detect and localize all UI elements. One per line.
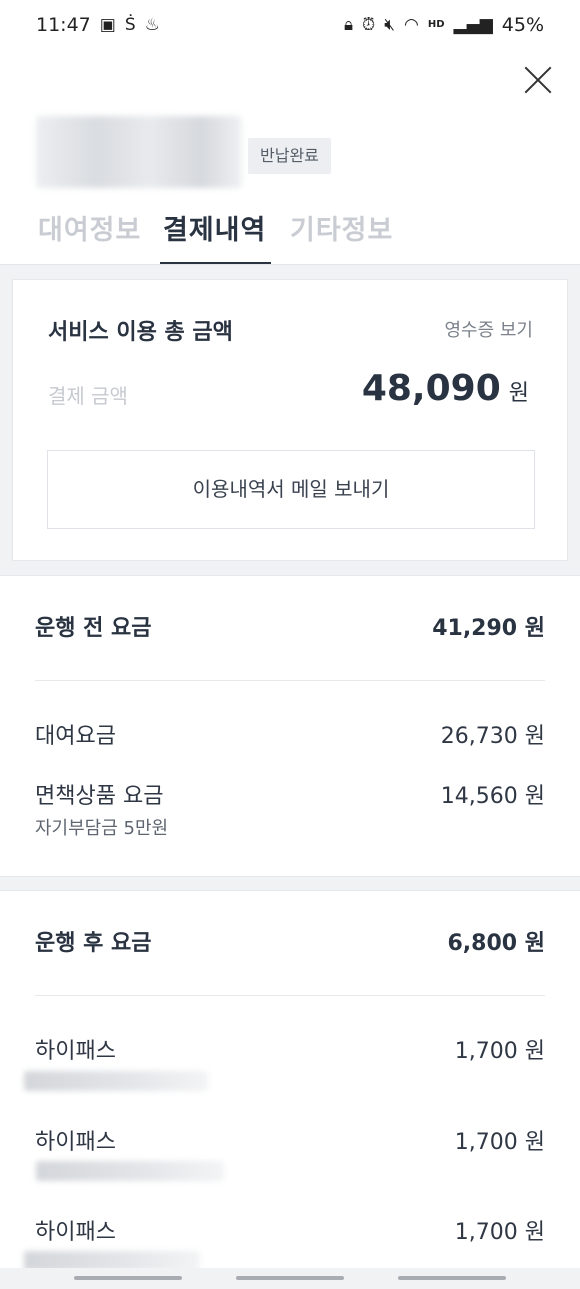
charge-label: 하이패스 xyxy=(35,1220,116,1245)
charge-value: 1,700 원 xyxy=(454,1039,545,1064)
charge-label: 면책상품 요금 xyxy=(35,784,164,809)
payment-amount-value: 48,090 xyxy=(361,368,501,409)
signal-icon: ▂▄▆ xyxy=(453,14,493,35)
payment-summary-card: 서비스 이용 총 금액 영수증 보기 결제 금액 48,090 원 이용내역서 … xyxy=(12,279,568,561)
notification-icon: ♨ xyxy=(144,14,160,35)
charge-row: 하이패스 1,700 원 xyxy=(35,1214,545,1246)
battery-level: 45% xyxy=(501,14,544,36)
pre-drive-total: 41,290 원 xyxy=(432,616,545,641)
tab-other-info[interactable]: 기타정보 xyxy=(290,208,393,247)
status-left: 11:47 ▣ Ṡ ♨ xyxy=(36,14,160,36)
pre-drive-title: 운행 전 요금 xyxy=(35,616,152,641)
redacted-detail xyxy=(36,1161,224,1181)
nav-back-button[interactable] xyxy=(398,1276,506,1280)
hd-voice-icon: HD xyxy=(427,19,445,30)
close-icon[interactable] xyxy=(522,64,554,96)
charge-value: 1,700 원 xyxy=(454,1220,545,1245)
charge-row: 하이패스 1,700 원 xyxy=(35,1033,545,1065)
alarm-icon: ⏰︎ xyxy=(362,14,376,35)
nav-home-button[interactable] xyxy=(236,1276,344,1280)
charge-row: 대여요금 26,730 원 xyxy=(35,718,545,750)
charge-label: 하이패스 xyxy=(35,1039,116,1064)
status-bar: 11:47 ▣ Ṡ ♨ 🔒︎ ⏰︎ 🔇︎ ◠ HD ▂▄▆ 45% xyxy=(0,0,580,50)
divider xyxy=(35,995,545,996)
payment-amount: 48,090 원 xyxy=(362,368,529,409)
charge-value: 26,730 원 xyxy=(440,724,545,749)
tab-bar: 대여정보 결제내역 기타정보 xyxy=(0,200,580,265)
tab-payment-history[interactable]: 결제내역 xyxy=(163,208,266,247)
post-drive-total: 6,800 원 xyxy=(447,931,546,956)
system-navigation-bar xyxy=(0,1268,580,1289)
wifi-icon: ◠ xyxy=(404,14,419,35)
post-drive-header: 운행 후 요금 6,800 원 xyxy=(35,925,545,957)
pre-drive-header: 운행 전 요금 41,290 원 xyxy=(35,610,545,642)
mute-icon: 🔇︎ xyxy=(384,14,396,35)
post-drive-title: 운행 후 요금 xyxy=(35,931,152,956)
vehicle-name-redacted xyxy=(36,116,242,188)
payment-amount-unit: 원 xyxy=(508,381,529,406)
charge-row: 면책상품 요금 14,560 원 xyxy=(35,778,545,810)
charge-label: 하이패스 xyxy=(35,1130,116,1155)
redacted-detail xyxy=(24,1071,208,1091)
charge-label: 대여요금 xyxy=(35,724,116,749)
send-statement-email-button[interactable]: 이용내역서 메일 보내기 xyxy=(47,450,535,529)
tab-rental-info[interactable]: 대여정보 xyxy=(38,208,141,247)
status-badge: 반납완료 xyxy=(248,138,331,174)
deductible-note: 자기부담금 5만원 xyxy=(35,818,169,839)
s-app-icon: Ṡ xyxy=(124,14,136,35)
pre-drive-charges-section: 운행 전 요금 41,290 원 대여요금 26,730 원 면책상품 요금 1… xyxy=(0,575,580,877)
charge-value: 1,700 원 xyxy=(454,1130,545,1155)
header: 반납완료 대여정보 결제내역 기타정보 xyxy=(0,50,580,265)
payment-amount-label: 결제 금액 xyxy=(48,384,128,408)
charge-row: 하이패스 1,700 원 xyxy=(35,1124,545,1156)
divider xyxy=(35,680,545,681)
status-right: 🔒︎ ⏰︎ 🔇︎ ◠ HD ▂▄▆ 45% xyxy=(344,14,544,36)
clock: 11:47 xyxy=(36,14,91,36)
lock-icon: 🔒︎ xyxy=(343,14,354,35)
active-tab-indicator xyxy=(160,262,271,264)
summary-title: 서비스 이용 총 금액 xyxy=(48,320,233,345)
view-receipt-link[interactable]: 영수증 보기 xyxy=(444,316,533,342)
charge-value: 14,560 원 xyxy=(440,784,545,809)
post-drive-charges-section: 운행 후 요금 6,800 원 하이패스 1,700 원 하이패스 1,700 … xyxy=(0,890,580,1289)
nav-recents-button[interactable] xyxy=(74,1276,182,1280)
gallery-icon: ▣ xyxy=(99,14,116,35)
